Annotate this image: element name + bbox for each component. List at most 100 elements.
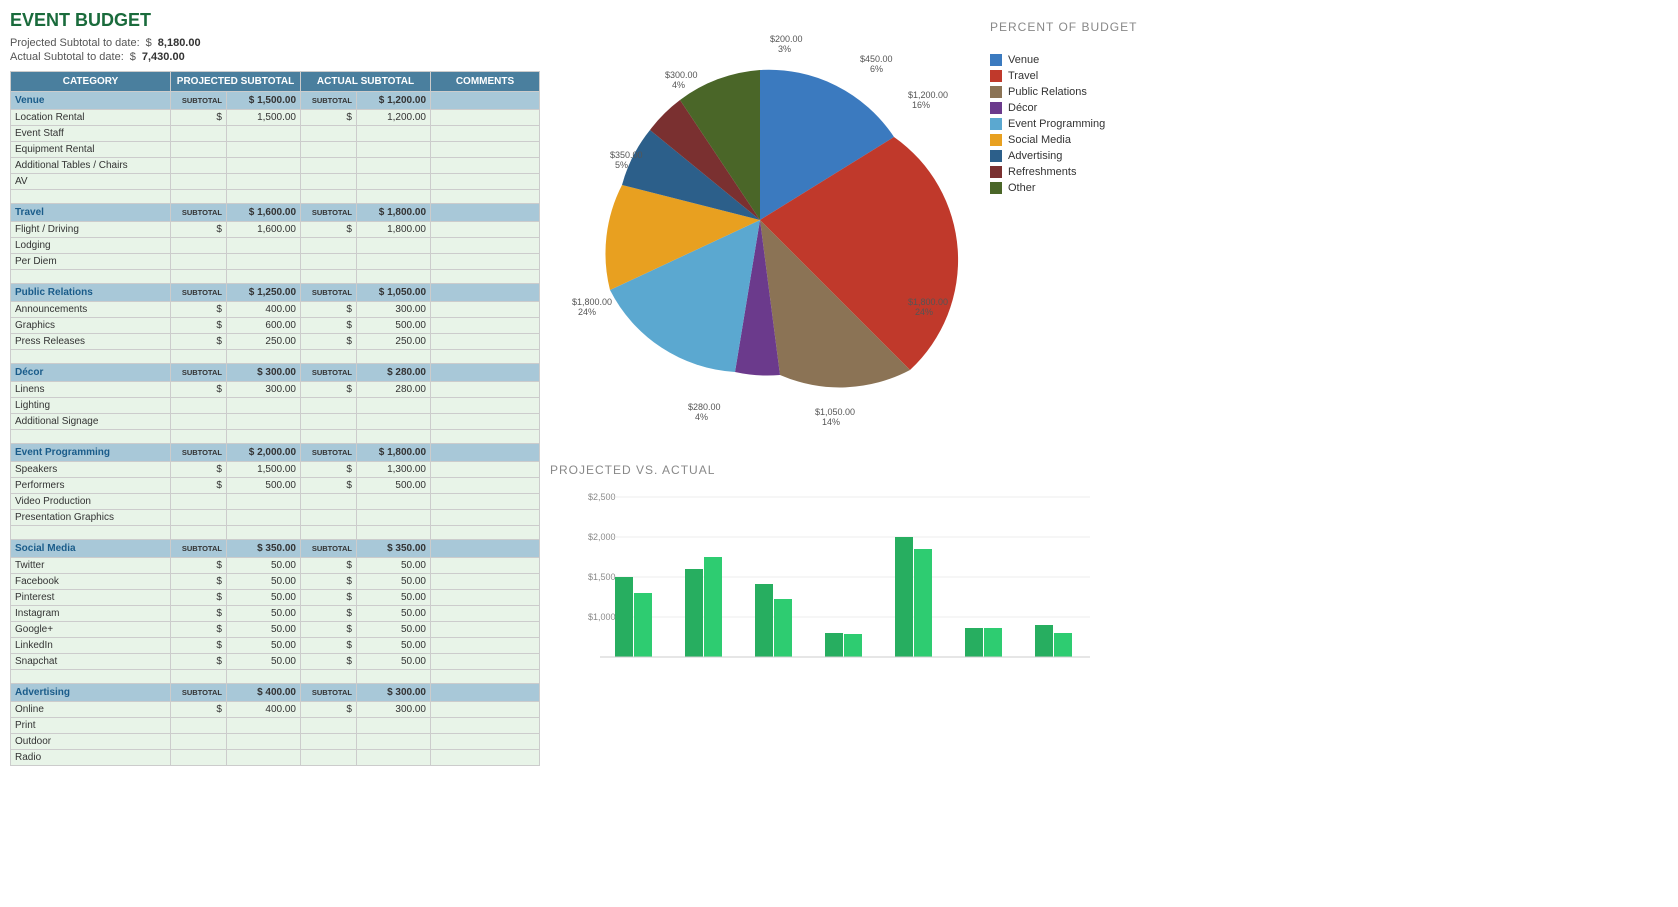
pie-chart-svg: $1,200.00 16% $450.00 6% $200.00 3% $300… — [550, 10, 970, 440]
section-proj-sublabel: SUBTOTAL — [171, 204, 227, 222]
item-proj-dollar: $ — [171, 318, 227, 334]
item-proj-dollar: $ — [171, 110, 227, 126]
section-act-sublabel: SUBTOTAL — [301, 540, 357, 558]
item-comments — [431, 174, 540, 190]
item-comments — [431, 670, 540, 684]
table-row: AV — [11, 174, 540, 190]
item-act-dollar: $ — [301, 558, 357, 574]
item-act-amount — [356, 510, 430, 526]
section-proj-sublabel: SUBTOTAL — [171, 540, 227, 558]
item-proj-amount — [226, 238, 300, 254]
table-row: Lodging — [11, 238, 540, 254]
section-act-subtotal: $ 280.00 — [356, 364, 430, 382]
svg-text:$1,050.00: $1,050.00 — [815, 407, 855, 417]
item-comments — [431, 494, 540, 510]
legend-swatch — [990, 118, 1002, 130]
item-name: Video Production — [11, 494, 171, 510]
legend-item: Other — [990, 182, 1137, 194]
section-proj-sublabel: SUBTOTAL — [171, 92, 227, 110]
section-act-subtotal: $ 350.00 — [356, 540, 430, 558]
item-act-amount: 300.00 — [356, 302, 430, 318]
item-act-dollar — [301, 398, 357, 414]
section-proj-subtotal: $ 1,250.00 — [226, 284, 300, 302]
legend-label: Event Programming — [1008, 118, 1105, 130]
item-proj-amount — [226, 510, 300, 526]
item-proj-amount — [226, 158, 300, 174]
item-proj-amount: 50.00 — [226, 622, 300, 638]
actual-label: Actual Subtotal to date: — [10, 51, 124, 63]
item-name: Speakers — [11, 462, 171, 478]
page-title: EVENT BUDGET — [10, 10, 540, 31]
legend-label: Advertising — [1008, 150, 1062, 162]
item-proj-dollar: $ — [171, 590, 227, 606]
item-act-amount: 1,200.00 — [356, 110, 430, 126]
header-actual: ACTUAL SUBTOTAL — [301, 72, 431, 92]
item-act-amount — [356, 126, 430, 142]
section-act-sublabel: SUBTOTAL — [301, 364, 357, 382]
table-section-header: Public Relations SUBTOTAL $ 1,250.00 SUB… — [11, 284, 540, 302]
table-row: Radio — [11, 750, 540, 766]
table-row: Pinterest $ 50.00 $ 50.00 — [11, 590, 540, 606]
pie-chart-section: $1,200.00 16% $450.00 6% $200.00 3% $300… — [550, 10, 1668, 443]
section-act-subtotal: $ 1,800.00 — [356, 204, 430, 222]
item-proj-amount — [226, 430, 300, 444]
projected-label: Projected Subtotal to date: — [10, 37, 140, 49]
item-comments — [431, 382, 540, 398]
item-proj-amount — [226, 670, 300, 684]
item-act-amount — [356, 190, 430, 204]
table-row — [11, 526, 540, 540]
table-row — [11, 670, 540, 684]
item-proj-amount — [226, 142, 300, 158]
item-name: Print — [11, 718, 171, 734]
item-comments — [431, 750, 540, 766]
item-name: Press Releases — [11, 334, 171, 350]
item-act-amount: 50.00 — [356, 558, 430, 574]
item-act-dollar: $ — [301, 622, 357, 638]
item-act-dollar — [301, 174, 357, 190]
section-proj-sublabel: SUBTOTAL — [171, 284, 227, 302]
item-proj-dollar: $ — [171, 622, 227, 638]
section-comments — [431, 92, 540, 110]
table-section-header: Venue SUBTOTAL $ 1,500.00 SUBTOTAL $ 1,2… — [11, 92, 540, 110]
item-act-amount: 500.00 — [356, 318, 430, 334]
item-act-dollar: $ — [301, 302, 357, 318]
table-row: Additional Tables / Chairs — [11, 158, 540, 174]
item-comments — [431, 334, 540, 350]
item-proj-dollar — [171, 494, 227, 510]
item-comments — [431, 702, 540, 718]
item-comments — [431, 190, 540, 204]
item-proj-amount — [226, 526, 300, 540]
item-proj-amount — [226, 734, 300, 750]
item-proj-dollar — [171, 126, 227, 142]
item-act-dollar: $ — [301, 222, 357, 238]
item-proj-amount: 50.00 — [226, 574, 300, 590]
item-name: Outdoor — [11, 734, 171, 750]
legend-swatch — [990, 134, 1002, 146]
item-act-amount — [356, 398, 430, 414]
item-act-amount — [356, 414, 430, 430]
item-proj-dollar — [171, 398, 227, 414]
legend-swatch — [990, 150, 1002, 162]
section-comments — [431, 540, 540, 558]
item-name: Radio — [11, 750, 171, 766]
item-act-dollar: $ — [301, 462, 357, 478]
item-act-dollar: $ — [301, 590, 357, 606]
item-proj-amount: 500.00 — [226, 478, 300, 494]
item-act-dollar: $ — [301, 702, 357, 718]
item-act-amount: 280.00 — [356, 382, 430, 398]
item-name: Per Diem — [11, 254, 171, 270]
bar-chart-section: PROJECTED vs. ACTUAL $2,500 $2,000 $1,50… — [550, 463, 1668, 688]
table-row: Online $ 400.00 $ 300.00 — [11, 702, 540, 718]
item-proj-dollar — [171, 142, 227, 158]
item-proj-amount: 1,600.00 — [226, 222, 300, 238]
item-proj-dollar: $ — [171, 606, 227, 622]
item-name: Snapchat — [11, 654, 171, 670]
pie-legend-section: PERCENT OF BUDGET Venue Travel Public Re… — [990, 20, 1137, 194]
item-act-dollar — [301, 718, 357, 734]
item-comments — [431, 222, 540, 238]
actual-summary-row: Actual Subtotal to date: $ 7,430.00 — [10, 51, 540, 63]
legend-swatch — [990, 70, 1002, 82]
legend-label: Social Media — [1008, 134, 1071, 146]
item-comments — [431, 238, 540, 254]
item-name: Event Staff — [11, 126, 171, 142]
